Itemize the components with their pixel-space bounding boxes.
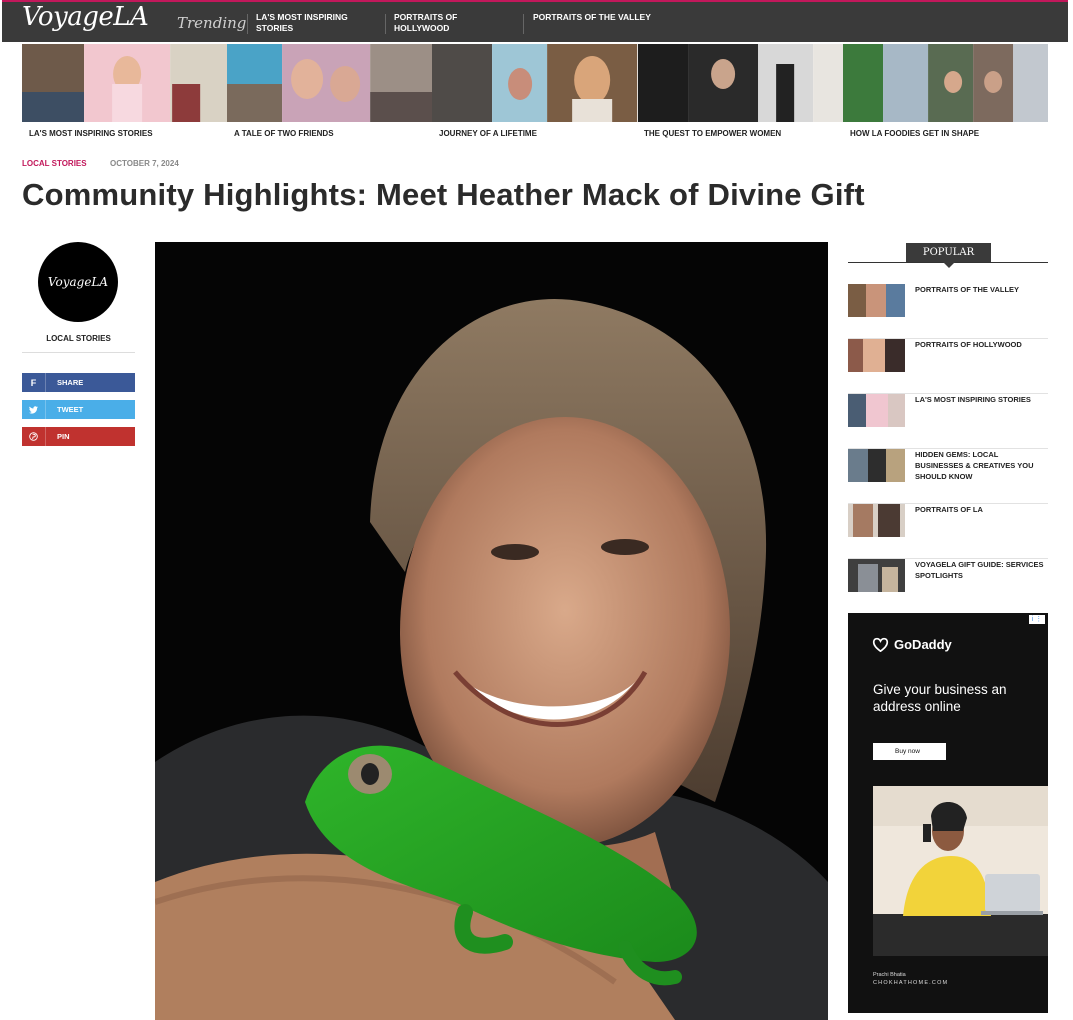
trending-label-2[interactable]: A TALE OF TWO FRIENDS	[234, 129, 334, 138]
popular-item[interactable]: LA'S MOST INSPIRING STORIES	[848, 394, 1048, 449]
share-pinterest-button[interactable]: PIN	[22, 427, 135, 446]
advertisement[interactable]: i ⋮ GoDaddy Give your business an addres…	[848, 613, 1048, 1013]
tweet-label: TWEET	[57, 405, 84, 414]
twitter-icon	[22, 400, 46, 419]
ad-credit-site: CHOKHATHOME.COM	[873, 980, 949, 986]
popular-thumbnail[interactable]	[848, 394, 905, 427]
share-facebook-button[interactable]: f SHARE	[22, 373, 135, 392]
trending-labels: LA'S MOST INSPIRING STORIES A TALE OF TW…	[22, 129, 1048, 141]
top-nav-bar: VoyageLA Trending LA'S MOST INSPIRING ST…	[2, 0, 1068, 42]
trending-tile-empower-women[interactable]	[637, 44, 843, 122]
share-label: SHARE	[57, 378, 84, 387]
article-date: OCTOBER 7, 2024	[110, 159, 179, 168]
trending-label-4[interactable]: THE QUEST TO EMPOWER WOMEN	[644, 129, 781, 138]
ad-credit-name: Prachi Bhatia	[873, 972, 906, 978]
nav-divider	[247, 14, 248, 34]
trending-label-1[interactable]: LA'S MOST INSPIRING STORIES	[29, 129, 153, 138]
nav-link-portraits-valley[interactable]: PORTRAITS OF THE VALLEY	[533, 12, 673, 23]
popular-item-label[interactable]: PORTRAITS OF HOLLYWOOD	[915, 339, 1048, 350]
popular-thumbnail[interactable]	[848, 339, 905, 372]
trending-label-3[interactable]: JOURNEY OF A LIFETIME	[439, 129, 537, 138]
pin-label: PIN	[57, 432, 70, 441]
ad-photo	[873, 786, 1048, 956]
nav-divider	[523, 14, 524, 34]
trending-tile-foodies[interactable]	[842, 44, 1049, 122]
author-avatar[interactable]: VoyageLA	[38, 242, 118, 322]
ad-buy-now-button[interactable]: Buy now	[873, 743, 946, 760]
popular-item-label[interactable]: LA'S MOST INSPIRING STORIES	[915, 394, 1048, 405]
godaddy-icon	[872, 637, 889, 652]
trending-image-strip	[22, 44, 1049, 122]
popular-item-label[interactable]: HIDDEN GEMS: LOCAL BUSINESSES & CREATIVE…	[915, 449, 1048, 482]
ad-headline: Give your business an address online	[873, 682, 1007, 714]
popular-item[interactable]: PORTRAITS OF HOLLYWOOD	[848, 339, 1048, 394]
trending-tile-journey[interactable]	[432, 44, 638, 122]
popular-item-label[interactable]: PORTRAITS OF THE VALLEY	[915, 284, 1048, 295]
ad-brand-logo: GoDaddy	[872, 637, 952, 652]
popular-heading: POPULAR	[906, 243, 991, 268]
popular-item[interactable]: VOYAGELA GIFT GUIDE: SERVICES SPOTLIGHTS	[848, 559, 1048, 614]
popular-thumbnail[interactable]	[848, 559, 905, 592]
nav-link-portraits-hollywood[interactable]: PORTRAITS OF HOLLYWOOD	[394, 12, 484, 34]
hero-photo	[155, 242, 828, 1020]
ad-brand-name: GoDaddy	[894, 637, 952, 652]
trending-tile-inspiring[interactable]	[22, 44, 228, 122]
share-twitter-button[interactable]: TWEET	[22, 400, 135, 419]
nav-divider	[385, 14, 386, 34]
popular-item[interactable]: HIDDEN GEMS: LOCAL BUSINESSES & CREATIVE…	[848, 449, 1048, 504]
article-title: Community Highlights: Meet Heather Mack …	[22, 177, 865, 212]
author-category[interactable]: LOCAL STORIES	[22, 334, 135, 343]
site-logo[interactable]: VoyageLA	[22, 2, 149, 32]
popular-item-label[interactable]: PORTRAITS OF LA	[915, 504, 1048, 515]
trending-tile-two-friends[interactable]	[227, 44, 433, 122]
ad-info-badge[interactable]: i ⋮	[1029, 615, 1045, 624]
popular-thumbnail[interactable]	[848, 284, 905, 317]
trending-label-5[interactable]: HOW LA FOODIES GET IN SHAPE	[850, 129, 979, 138]
article-category[interactable]: LOCAL STORIES	[22, 159, 87, 168]
trending-label: Trending	[177, 14, 247, 32]
popular-item[interactable]: PORTRAITS OF THE VALLEY	[848, 284, 1048, 339]
nav-link-inspiring-stories[interactable]: LA'S MOST INSPIRING STORIES	[256, 12, 366, 34]
pinterest-icon	[22, 427, 46, 446]
popular-thumbnail[interactable]	[848, 504, 905, 537]
popular-item-label[interactable]: VOYAGELA GIFT GUIDE: SERVICES SPOTLIGHTS	[915, 559, 1048, 581]
popular-thumbnail[interactable]	[848, 449, 905, 482]
popular-item[interactable]: PORTRAITS OF LA	[848, 504, 1048, 559]
facebook-icon: f	[22, 373, 46, 392]
divider	[22, 352, 135, 353]
